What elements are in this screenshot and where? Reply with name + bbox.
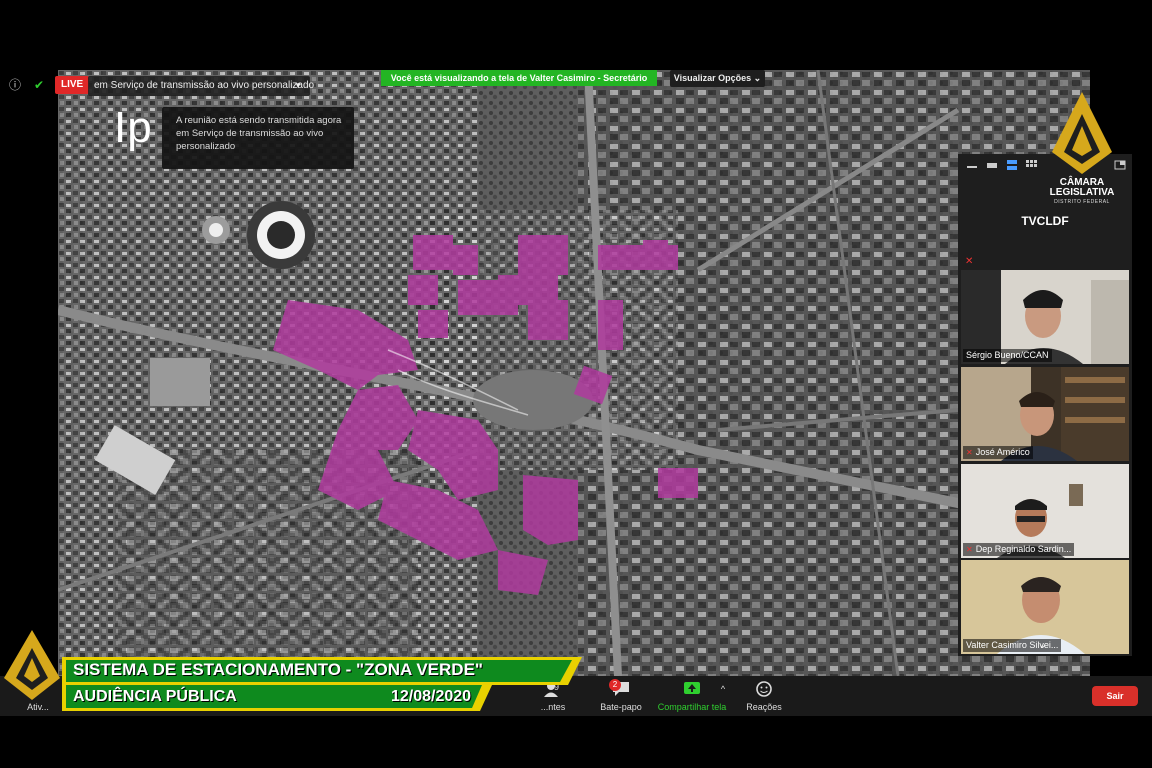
live-stream-dropdown[interactable]: em Serviço de transmissão ao vivo person… <box>88 76 314 96</box>
live-tooltip: A reunião está sendo transmitida agora e… <box>162 107 354 169</box>
logo-line3: DISTRITO FEDERAL <box>1054 199 1110 205</box>
video-tile[interactable]: ✕ José Américo <box>961 367 1129 461</box>
lower-third-logo <box>4 630 60 700</box>
view-options-button[interactable]: Visualizar Opções ⌄ <box>670 70 765 87</box>
share-options-caret[interactable]: ^ <box>716 684 730 694</box>
overlay-text: Ip <box>114 103 153 152</box>
live-stream-text: em Serviço de transmissão ao vivo person… <box>94 80 315 91</box>
zoom-window: ⓘ ✔ LIVE em Serviço de transmissão ao vi… <box>0 0 1152 768</box>
minimize-icon[interactable] <box>966 160 978 170</box>
reactions-label: Reações <box>746 702 782 712</box>
video-tile[interactable]: ✕ Dep Reginaldo Sardin... <box>961 464 1129 558</box>
host-name: TVCLDF <box>1021 214 1069 228</box>
lower-third-subtitle: AUDIÊNCIA PÚBLICA <box>73 688 237 705</box>
share-screen-icon <box>684 682 700 694</box>
caret-down-icon: ▼ <box>294 81 302 90</box>
chat-button[interactable]: 2 Bate-papo <box>596 679 646 712</box>
grid-view-icon[interactable] <box>1026 160 1038 170</box>
muted-mic-icon: ✕ <box>966 545 973 554</box>
gallery-view-icon[interactable] <box>1006 160 1018 170</box>
shield-check-icon[interactable]: ✔ <box>32 78 46 92</box>
info-icon[interactable]: ⓘ <box>8 78 22 92</box>
participant-label: ✕ Dep Reginaldo Sardin... <box>963 543 1075 556</box>
live-badge[interactable]: LIVE <box>55 76 90 94</box>
participant-name: José Américo <box>975 447 1030 457</box>
strip-view-icon[interactable] <box>986 160 998 170</box>
video-tile[interactable]: Sérgio Bueno/CCAN <box>961 270 1129 364</box>
participant-name: Sérgio Bueno/CCAN <box>966 350 1049 360</box>
viewing-screen-banner: Você está visualizando a tela de Valter … <box>381 70 657 86</box>
chevron-down-icon[interactable]: ⌄ <box>1038 638 1047 651</box>
muted-mic-icon: ✕ <box>966 448 973 457</box>
reactions-button[interactable]: Reações <box>742 680 786 712</box>
smile-icon <box>756 681 772 697</box>
muted-mic-icon: ✕ <box>965 256 974 267</box>
participant-name: Dep Reginaldo Sardin... <box>975 544 1072 554</box>
participant-label: ✕ José Américo <box>963 446 1033 459</box>
view-options-label: Visualizar Opções <box>673 73 752 83</box>
participants-panel: TVCLDF ✕ Sérgio Bueno/CCAN ✕ José Améric… <box>958 154 1132 656</box>
logo-line2: LEGISLATIVA <box>1049 187 1115 198</box>
chat-label: Bate-papo <box>600 702 642 712</box>
share-label: Compartilhar tela <box>657 702 727 712</box>
leave-button[interactable]: Sair <box>1092 686 1138 706</box>
participant-label: Sérgio Bueno/CCAN <box>963 349 1052 362</box>
lower-third-date: 12/08/2020 <box>391 688 472 705</box>
participants-label: ...ntes <box>540 702 566 712</box>
chat-badge: 2 <box>609 679 621 691</box>
lower-third-title: SISTEMA DE ESTACIONAMENTO - "ZONA VERDE" <box>73 660 483 679</box>
